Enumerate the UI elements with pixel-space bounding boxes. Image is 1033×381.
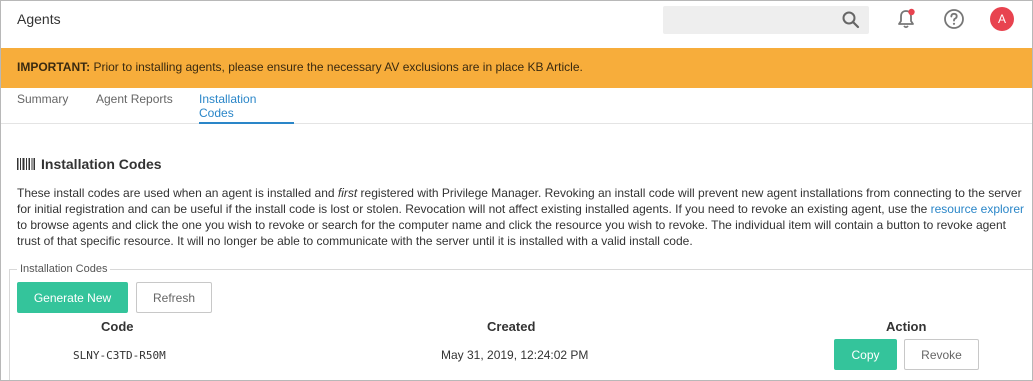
created-cell: May 31, 2019, 12:24:02 PM <box>441 348 589 362</box>
panel-legend: Installation Codes <box>17 263 111 275</box>
description-text-1: These install codes are used when an age… <box>17 186 338 200</box>
page-title: Agents <box>17 11 61 27</box>
code-cell: SLNY-C3TD-R50M <box>73 349 166 362</box>
column-header-code: Code <box>101 319 134 334</box>
tab-agent-reports[interactable]: Agent Reports <box>96 92 173 124</box>
notifications-button[interactable] <box>893 6 919 32</box>
top-header: Agents A <box>1 1 1032 48</box>
section-description: These install codes are used when an age… <box>17 185 1029 249</box>
barcode-icon <box>17 158 35 170</box>
search-icon[interactable] <box>841 10 861 30</box>
section-header: Installation Codes <box>17 156 162 172</box>
banner-label: IMPORTANT: <box>17 60 91 74</box>
banner-message: Prior to installing agents, please ensur… <box>93 60 583 74</box>
copy-button[interactable]: Copy <box>834 339 897 370</box>
app-window: Agents A IMPORTANT: Prior to installing … <box>0 0 1033 381</box>
revoke-button[interactable]: Revoke <box>904 339 979 370</box>
tab-summary[interactable]: Summary <box>17 92 68 124</box>
section-title: Installation Codes <box>41 156 162 172</box>
description-text-3: to browse agents and click the one you w… <box>17 218 1006 248</box>
refresh-button[interactable]: Refresh <box>136 282 212 313</box>
column-header-action: Action <box>886 319 927 334</box>
help-icon <box>944 9 964 29</box>
description-emphasis: first <box>337 186 358 200</box>
help-button[interactable] <box>941 6 967 32</box>
tab-bar: Summary Agent Reports Installation Codes <box>1 88 1032 124</box>
column-header-created: Created <box>487 319 536 334</box>
bell-icon <box>898 8 915 29</box>
important-banner: IMPORTANT: Prior to installing agents, p… <box>1 48 1032 88</box>
tab-installation-codes[interactable]: Installation Codes <box>199 92 294 124</box>
avatar[interactable]: A <box>990 7 1014 31</box>
notification-dot <box>908 8 915 16</box>
resource-explorer-link[interactable]: resource explorer <box>931 202 1024 216</box>
search-input[interactable] <box>663 6 869 34</box>
generate-new-button[interactable]: Generate New <box>17 282 128 313</box>
